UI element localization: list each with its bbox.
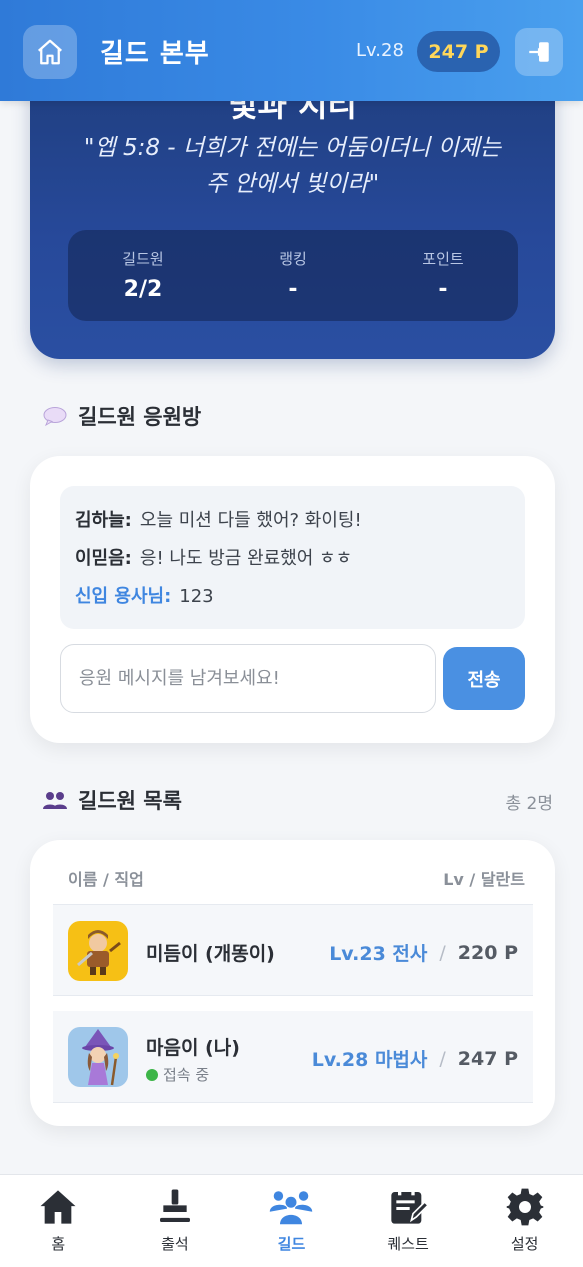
chat-text: 123	[179, 586, 214, 607]
home-icon	[40, 1190, 76, 1224]
send-button[interactable]: 전송	[443, 647, 525, 710]
guild-hero-card: 빛과 지리 "엡 5:8 - 너희가 전에는 어둠이더니 이제는 주 안에서 빛…	[30, 60, 555, 359]
stamp-icon	[159, 1189, 190, 1222]
members-card: 이름 / 직업 Lv / 달란트 미듬이 (개똥이) Lv.23 전사 / 22…	[30, 840, 555, 1126]
column-name-job: 이름 / 직업	[68, 870, 144, 889]
chat-author: 김하늘:	[75, 510, 132, 531]
chat-message: 이믿음: 응! 나도 방금 완료했어 ㅎㅎ	[75, 540, 510, 578]
warrior-avatar	[68, 921, 128, 981]
members-section-title: 길드원 목록	[42, 785, 182, 815]
stat-label: 길드원	[122, 250, 164, 268]
logout-icon	[529, 42, 549, 62]
member-name: 미듬이 (개똥이)	[146, 943, 275, 965]
speech-bubble-icon	[43, 407, 67, 427]
online-dot-icon	[146, 1068, 158, 1081]
stat-label: 랭킹	[279, 250, 307, 268]
member-level-class: Lv.23 전사	[329, 943, 428, 965]
chat-text: 응! 나도 방금 완료했어 ㅎㅎ	[139, 548, 353, 569]
chat-message-input[interactable]	[60, 644, 436, 713]
nav-label: 출석	[161, 1235, 189, 1253]
stat-label: 포인트	[422, 250, 464, 268]
member-points: 247 P	[457, 1047, 518, 1070]
user-level: Lv.28	[356, 40, 404, 61]
nav-item-quest[interactable]: 퀘스트	[350, 1175, 467, 1267]
nav-label: 퀘스트	[387, 1235, 429, 1253]
group-icon	[43, 792, 67, 809]
chat-section-title: 길드원 응원방	[42, 401, 201, 431]
nav-label: 설정	[510, 1235, 539, 1253]
stat-ranking: 랭킹 -	[218, 230, 368, 321]
mage-avatar	[68, 1027, 128, 1087]
stat-members: 길드원 2/2	[68, 230, 218, 321]
member-level-class: Lv.28 마법사	[311, 1049, 428, 1071]
list-header: 이름 / 직업 Lv / 달란트	[68, 866, 525, 890]
home-button[interactable]	[23, 25, 77, 79]
nav-item-settings[interactable]: 설정	[466, 1175, 583, 1267]
chat-title-label: 길드원 응원방	[78, 405, 202, 429]
chat-card: 김하늘: 오늘 미션 다들 했어? 화이팅! 이믿음: 응! 나도 방금 완료했어 …	[30, 456, 555, 743]
nav-label: 홈	[51, 1235, 66, 1253]
chat-author: 신입 용사님:	[75, 586, 172, 607]
chat-author: 이믿음:	[75, 548, 132, 569]
nav-label: 길드	[277, 1235, 306, 1253]
column-level-points: Lv / 달란트	[443, 870, 525, 889]
home-icon	[38, 39, 62, 65]
stat-value: -	[288, 277, 298, 302]
chat-message: 신입 용사님: 123	[75, 578, 510, 616]
group-icon	[270, 1191, 313, 1225]
member-row[interactable]: 마음이 (나) 접속 중 Lv.28 마법사 / 247 P	[53, 1011, 533, 1103]
member-meta: Lv.28 마법사 / 247 P	[312, 1045, 518, 1072]
nav-item-guild[interactable]: 길드	[233, 1175, 350, 1267]
bottom-nav: 홈 출석 길드 퀘스트 설정	[0, 1174, 583, 1267]
chat-message: 김하늘: 오늘 미션 다들 했어? 화이팅!	[75, 502, 510, 540]
guild-stats: 길드원 2/2 랭킹 - 포인트 -	[68, 230, 518, 321]
logout-button[interactable]	[515, 28, 563, 76]
gear-icon	[506, 1188, 544, 1226]
app-header: 길드 본부 Lv.28 247 P	[0, 0, 583, 101]
member-count: 총 2명	[505, 794, 554, 814]
member-meta: Lv.23 전사 / 220 P	[329, 939, 518, 966]
stat-value: 2/2	[123, 277, 163, 302]
quest-icon	[391, 1188, 429, 1224]
online-status: 접속 중	[146, 1064, 209, 1085]
nav-item-attendance[interactable]: 출석	[117, 1175, 234, 1267]
separator: /	[439, 1047, 446, 1070]
member-name: 마음이 (나)	[146, 1037, 240, 1059]
member-row[interactable]: 미듬이 (개똥이) Lv.23 전사 / 220 P	[53, 904, 533, 996]
separator: /	[439, 941, 446, 964]
chat-text: 오늘 미션 다들 했어? 화이팅!	[139, 510, 362, 531]
page-title: 길드 본부	[100, 39, 210, 69]
stat-value: -	[438, 277, 448, 302]
guild-verse: "엡 5:8 - 너희가 전에는 어둠이더니 이제는 주 안에서 빛이라"	[83, 135, 502, 197]
members-title-label: 길드원 목록	[78, 789, 182, 813]
online-status-label: 접속 중	[163, 1066, 210, 1084]
stat-points: 포인트 -	[368, 230, 518, 321]
points-badge: 247 P	[417, 31, 500, 72]
chat-log[interactable]: 김하늘: 오늘 미션 다들 했어? 화이팅! 이믿음: 응! 나도 방금 완료했어 …	[60, 486, 525, 629]
nav-item-home[interactable]: 홈	[0, 1175, 117, 1267]
member-points: 220 P	[457, 941, 518, 964]
